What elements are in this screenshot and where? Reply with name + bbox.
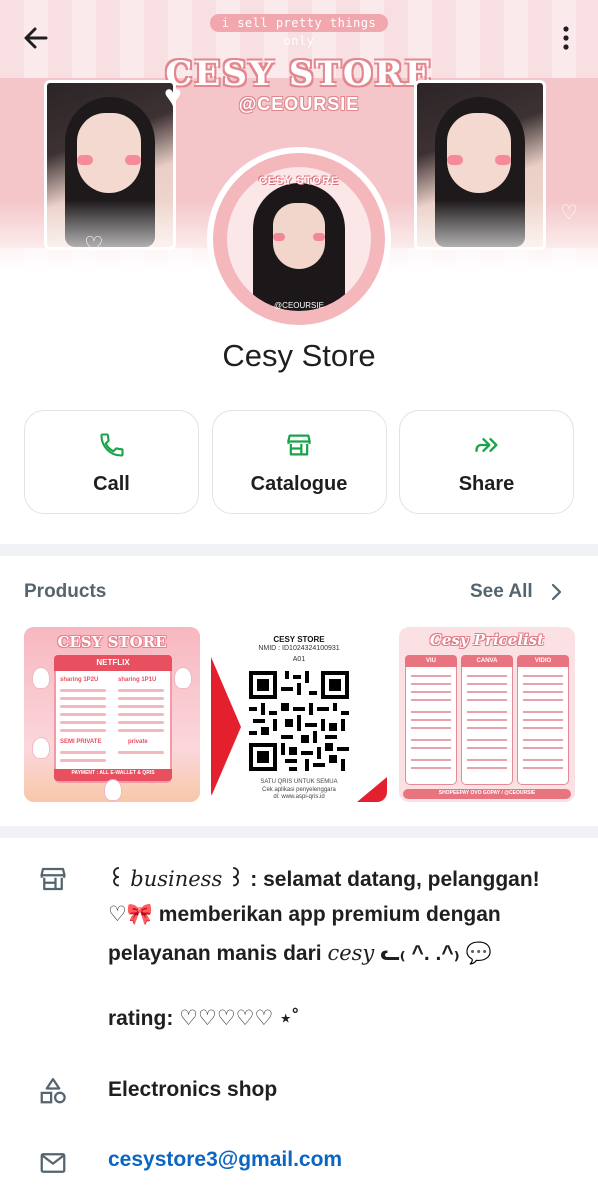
call-label: Call: [93, 473, 130, 495]
description-line-3: pelayanan manis dari cesy ᓚ₍ ^. .^₎ 💬: [108, 941, 492, 965]
qris-check: Cek aplikasi penyelenggara: [262, 787, 336, 793]
product-title: CESY STORE: [57, 633, 167, 651]
product-section-right: private: [128, 739, 148, 745]
see-all-link[interactable]: See All: [470, 581, 533, 603]
forward-icon: [474, 438, 497, 452]
rating-line: rating: ♡♡♡♡♡ ⋆˚: [108, 1007, 300, 1030]
section-divider: [0, 544, 598, 556]
phone-icon: [99, 433, 124, 457]
cover-tagline: i sell pretty things only: [210, 14, 388, 48]
description-line-2: ♡🎀 memberikan app premium dengan: [108, 903, 501, 926]
pricelist-column-header: VIU: [405, 655, 457, 667]
email-icon-wrap: [38, 1148, 68, 1178]
category-icon-wrap: [38, 1076, 68, 1106]
catalogue-button[interactable]: Catalogue: [211, 410, 387, 514]
more-vertical-icon: [563, 26, 569, 50]
description-line-1: ꒰ business ꒱ : selamat datang, pelanggan…: [108, 867, 540, 891]
product-title: Cesy Pricelist: [429, 631, 545, 649]
call-button[interactable]: Call: [24, 410, 199, 514]
pricelist-column-header: VIDIO: [517, 655, 569, 667]
pricelist-column-header: CANVA: [461, 655, 513, 667]
arrow-left-icon: [24, 27, 48, 49]
email-link[interactable]: cesystore3@gmail.com: [108, 1148, 342, 1172]
avatar-handle-text: @CEOURSIE: [274, 301, 324, 310]
action-buttons: Call Catalogue Share: [24, 410, 574, 514]
products-title: Products: [24, 581, 107, 602]
business-description: ꒰ business ꒱ : selamat datang, pelanggan…: [108, 862, 586, 1036]
storefront-icon: [287, 434, 311, 456]
product-card[interactable]: CESY STORE NETFLIX sharing 1P2U sharing …: [24, 627, 200, 802]
product-sub-right: sharing 1P1U: [118, 677, 157, 683]
catalogue-label: Catalogue: [250, 473, 348, 495]
product-card[interactable]: Cesy Pricelist VIU CANVA VIDIO SHOPEEPAY…: [399, 627, 575, 802]
product-footer: PAYMENT : ALL E-WALLET & QRIS: [71, 770, 155, 776]
qris-caption: SATU QRIS UNTUK SEMUA: [260, 779, 338, 785]
product-footer: SHOPEEPAY OVO GOPAY / @CEOURSIE: [438, 790, 536, 796]
back-button[interactable]: [18, 20, 54, 56]
product-section: SEMI PRIVATE: [60, 739, 102, 745]
product-header: NETFLIX: [54, 655, 172, 671]
business-description-icon: [38, 864, 68, 894]
qris-title: CESY STORE: [273, 635, 325, 644]
product-sub-left: sharing 1P2U: [60, 677, 99, 683]
qris-nmid: NMID : ID1024324100931: [258, 645, 340, 652]
qr-code-icon: [249, 671, 349, 771]
qris-check-url: di: www.aspi-qris.id: [273, 794, 325, 800]
share-label: Share: [458, 473, 515, 495]
product-card[interactable]: CESY STORE NMID : ID1024324100931 A01 SA…: [211, 627, 387, 802]
profile-avatar[interactable]: CESY STORE @CEOURSIE: [207, 147, 391, 331]
avatar-brand-text: CESY STORE: [258, 175, 340, 187]
mail-icon: [40, 1153, 66, 1173]
see-all-chevron[interactable]: [548, 582, 564, 602]
business-category: Electronics shop: [108, 1078, 278, 1101]
share-button[interactable]: Share: [399, 410, 574, 514]
section-divider: [0, 826, 598, 838]
store-name: Cesy Store: [222, 338, 376, 373]
more-options-button[interactable]: [554, 20, 578, 56]
chevron-right-icon: [551, 583, 562, 601]
qris-code: A01: [292, 656, 306, 663]
shapes-icon: [40, 1078, 66, 1104]
storefront-icon: [40, 867, 66, 891]
heart-icon: ♥: [164, 80, 182, 113]
